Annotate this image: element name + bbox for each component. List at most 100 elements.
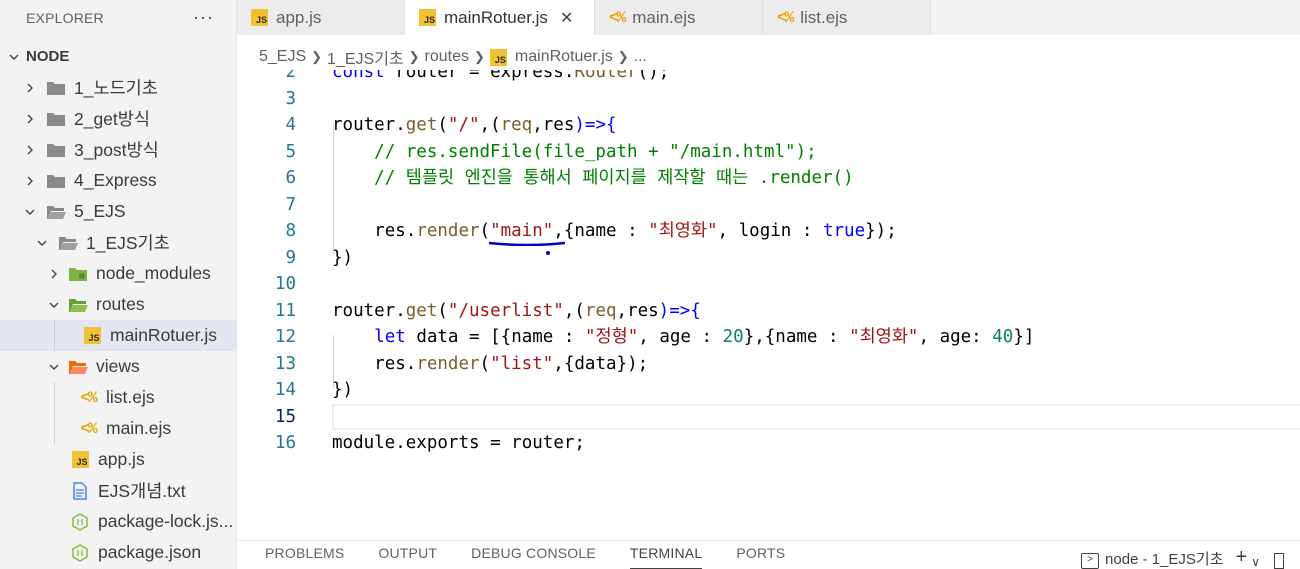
line-number: 7 [285, 194, 296, 215]
code-text: router.get("/userlist",(req,res)=>{ [332, 300, 701, 321]
indent-guide [54, 413, 55, 444]
tab-main-ejs[interactable]: <% main.ejs [595, 0, 763, 35]
chevron-down-icon [22, 204, 38, 220]
code-line[interactable]: 5 // res.sendFile(file_path + "/main.htm… [237, 139, 1300, 166]
code-editor[interactable]: 2 const router = express.Router(); 3 4 route… [237, 70, 1300, 540]
split-terminal-icon[interactable] [1274, 553, 1284, 569]
folder-icon [46, 171, 66, 191]
tab-terminal[interactable]: TERMINAL [629, 545, 703, 569]
current-line-highlight [332, 403, 1300, 430]
code-text: const router = express.Router(); [332, 70, 670, 82]
file-label: app.js [98, 449, 145, 469]
chevron-right-icon [46, 266, 62, 282]
workspace-root-label: NODE [26, 48, 70, 65]
more-actions-icon[interactable]: ··· [193, 7, 214, 28]
line-number: 8 [285, 221, 296, 241]
code-line[interactable]: 11 router.get("/userlist",(req,res)=>{ [237, 298, 1300, 325]
line-number: 4 [285, 115, 296, 135]
folder-item-expanded[interactable]: views [0, 351, 236, 382]
line-number: 14 [274, 380, 296, 400]
code-text: res.render("main",{name : "최영화", login :… [374, 221, 897, 241]
tab-problems[interactable]: PROBLEMS [265, 545, 344, 569]
breadcrumb-item[interactable]: 1_EJS기초 [327, 45, 404, 69]
code-line[interactable]: 6 // 템플릿 엔진을 통해서 페이지를 제작할 때는 .render() [237, 165, 1300, 192]
code-line[interactable]: 13 res.render("list",{data}); [237, 351, 1300, 378]
folder-label: 3_post방식 [74, 140, 159, 160]
tab-mainrotuer-js[interactable]: JS mainRotuer.js ✕ [405, 0, 595, 35]
indent-guide [54, 320, 55, 351]
code-line[interactable]: 16 module.exports = router; [237, 430, 1300, 457]
file-item[interactable]: package.json [0, 537, 236, 568]
folder-label: views [96, 356, 140, 376]
breadcrumb-item[interactable]: 5_EJS [259, 48, 306, 66]
chevron-down-icon [34, 235, 50, 251]
code-text: res.render("list",{data}); [374, 353, 649, 374]
folder-item[interactable]: node_modules [0, 258, 236, 289]
editor-tabs: JS app.js JS mainRotuer.js ✕ <% main.ejs… [237, 0, 1300, 35]
tab-app-js[interactable]: JS app.js [237, 0, 405, 35]
file-item[interactable]: JS app.js [0, 444, 236, 475]
terminal-name[interactable]: node - 1_EJS기초 [1105, 548, 1224, 569]
tab-label: main.ejs [632, 7, 696, 27]
tab-ports[interactable]: PORTS [736, 545, 785, 569]
code-line[interactable]: 7 [237, 192, 1300, 219]
code-line[interactable]: 15 [237, 403, 1300, 430]
file-item[interactable]: <% main.ejs [0, 413, 236, 444]
chevron-right-icon [22, 142, 38, 158]
line-number: 5 [285, 141, 296, 162]
line-number: 9 [285, 247, 296, 268]
tab-output[interactable]: OUTPUT [378, 545, 437, 569]
folder-label: 1_노드기초 [74, 78, 158, 98]
tab-debug-console[interactable]: DEBUG CONSOLE [471, 545, 596, 569]
code-line[interactable]: 2 const router = express.Router(); [237, 70, 1300, 86]
file-item-selected[interactable]: JS mainRotuer.js [0, 320, 236, 351]
views-folder-icon [68, 357, 88, 377]
file-item[interactable]: <% list.ejs [0, 382, 236, 413]
code-line[interactable]: 12 let data = [{name : "정형", age : 20},{… [237, 324, 1300, 351]
chevron-right-icon: ❯ [311, 49, 323, 64]
nodejs-file-icon [70, 512, 90, 532]
chevron-right-icon [22, 173, 38, 189]
folder-item-expanded[interactable]: 1_EJS기초 [0, 227, 236, 258]
folder-item-expanded[interactable]: 5_EJS [0, 196, 236, 227]
add-terminal-icon[interactable]: + [1236, 546, 1248, 569]
explorer-sidebar: EXPLORER ··· NODE 1_노드기초 2_get방식 3_post방… [0, 0, 237, 569]
folder-item-expanded[interactable]: routes [0, 289, 236, 320]
breadcrumb-item[interactable]: routes [425, 48, 469, 66]
folder-item[interactable]: 2_get방식 [0, 103, 236, 134]
chevron-down-icon[interactable]: ∨ [1251, 555, 1260, 569]
chevron-right-icon: ❯ [408, 49, 420, 64]
line-number: 12 [274, 327, 296, 347]
node-modules-folder-icon [68, 264, 88, 284]
tab-label: mainRotuer.js [444, 7, 548, 27]
breadcrumb-item[interactable]: mainRotuer.js [515, 48, 613, 66]
close-icon[interactable]: ✕ [560, 8, 573, 28]
code-line[interactable]: 3 [237, 86, 1300, 113]
file-item[interactable]: EJS개념.txt [0, 475, 236, 506]
line-number: 11 [274, 300, 296, 321]
workspace-root[interactable]: NODE [0, 41, 236, 72]
folder-label: node_modules [96, 263, 211, 283]
folder-item[interactable]: 3_post방식 [0, 134, 236, 165]
file-item[interactable]: package-lock.js... [0, 506, 236, 537]
folder-open-icon [46, 202, 66, 222]
javascript-file-icon: JS [419, 9, 436, 26]
folder-icon [46, 140, 66, 160]
folder-item[interactable]: 1_노드기초 [0, 72, 236, 103]
code-line[interactable]: 14}) [237, 377, 1300, 404]
code-line[interactable]: 4 router.get("/",(req,res)=>{ [237, 112, 1300, 139]
breadcrumb-item[interactable]: ... [634, 48, 647, 66]
folder-label: 2_get방식 [74, 109, 150, 129]
ejs-file-icon: <% [777, 8, 794, 27]
code-line[interactable]: 10 [237, 271, 1300, 298]
folder-item[interactable]: 4_Express [0, 165, 236, 196]
code-line[interactable]: 9}) [237, 245, 1300, 272]
chevron-right-icon [22, 111, 38, 127]
line-number: 10 [274, 274, 296, 294]
ejs-file-icon: <% [80, 388, 97, 407]
tab-label: list.ejs [800, 7, 848, 27]
chevron-right-icon: ❯ [617, 49, 629, 64]
tab-list-ejs[interactable]: <% list.ejs [763, 0, 931, 35]
code-line[interactable]: 8 res.render("main",{name : "최영화", login… [237, 218, 1300, 245]
explorer-title: EXPLORER [26, 9, 104, 26]
